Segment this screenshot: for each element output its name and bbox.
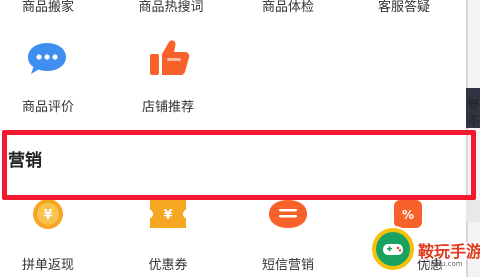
tool-product-checkup[interactable]: 商品体检 — [240, 0, 360, 22]
highlight-annotation-box — [2, 130, 476, 200]
watermark-url: ...jiyou.com — [422, 260, 463, 268]
svg-text:¥: ¥ — [163, 208, 172, 223]
tool-sms-marketing-label: 短信营销 — [261, 258, 315, 273]
tool-shop-recommend-label: 店铺推荐 — [141, 100, 195, 115]
adjacent-panel-char-1: 野 — [468, 98, 479, 111]
tool-product-move[interactable]: 商品搬家 — [0, 0, 120, 22]
tool-product-checkup-label: 商品体检 — [261, 0, 315, 15]
svg-text:%: % — [402, 208, 414, 222]
chat-bubble-icon — [26, 40, 68, 82]
tool-sms-marketing[interactable]: 短信营销 — [240, 198, 350, 277]
tool-customer-service-qa[interactable]: 客服答疑 — [360, 0, 466, 22]
tool-group-cashback[interactable]: ¥ 拼单返现 — [0, 198, 110, 277]
thumbs-up-icon — [147, 38, 191, 82]
adjacent-panel-char-2: 不 — [468, 114, 479, 127]
tool-product-reviews-label: 商品评价 — [21, 100, 75, 115]
tool-shop-recommend[interactable]: 店铺推荐 — [120, 30, 230, 120]
svg-text:¥: ¥ — [43, 208, 52, 223]
tool-hot-search-words-label: 商品热搜词 — [138, 0, 204, 15]
tool-coupon[interactable]: ¥ 优惠券 — [120, 198, 230, 277]
tool-product-move-label: 商品搬家 — [21, 0, 75, 15]
sms-icon — [267, 200, 309, 236]
site-watermark: 鞍玩手游 ...jiyou.com — [366, 224, 480, 277]
tool-customer-service-qa-label: 客服答疑 — [377, 0, 431, 15]
tool-product-reviews[interactable]: 商品评价 — [0, 30, 110, 120]
coupon-yen-icon: ¥ — [146, 200, 190, 236]
tool-hot-search-words[interactable]: 商品热搜词 — [120, 0, 240, 22]
yen-coin-icon: ¥ — [28, 199, 68, 236]
tool-group-cashback-label: 拼单返现 — [21, 258, 75, 273]
gamepad-icon — [376, 232, 410, 266]
watermark-text: 鞍玩手游 — [418, 242, 480, 261]
tool-coupon-label: 优惠券 — [148, 258, 188, 273]
adjacent-panel-block — [466, 200, 480, 222]
